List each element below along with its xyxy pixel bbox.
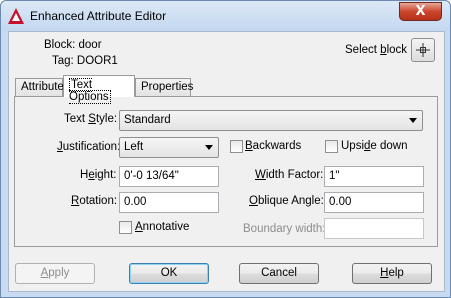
rotation-input[interactable]: 0.00 — [119, 192, 219, 213]
text-style-dropdown[interactable]: Standard — [119, 110, 423, 131]
oblique-angle-label: Oblique Angle: — [249, 195, 324, 207]
upside-down-label: Upside down — [341, 140, 408, 152]
width-factor-label: Width Factor: — [255, 169, 324, 181]
window-title: Enhanced Attribute Editor — [30, 9, 167, 23]
oblique-angle-input[interactable]: 0.00 — [324, 192, 424, 213]
chevron-down-icon — [409, 118, 417, 123]
annotative-label: Annotative — [135, 221, 190, 233]
close-button[interactable]: X — [399, 2, 442, 21]
apply-button[interactable]: Apply — [15, 263, 95, 284]
autocad-app-icon — [8, 8, 24, 24]
width-factor-input[interactable]: 1" — [324, 166, 424, 187]
cancel-button[interactable]: Cancel — [239, 263, 319, 284]
help-button[interactable]: Help — [352, 263, 432, 284]
justification-label: Justification: — [57, 141, 121, 153]
justification-dropdown[interactable]: Left — [119, 137, 219, 158]
backwards-label: Backwards — [245, 140, 302, 152]
backwards-checkbox[interactable] — [230, 140, 243, 153]
select-block-button[interactable] — [411, 38, 435, 62]
tab-properties[interactable]: Properties — [135, 78, 193, 96]
tag-name-label: Tag: DOOR1 — [52, 55, 118, 67]
ok-button[interactable]: OK — [129, 263, 209, 284]
title-bar[interactable]: Enhanced Attribute Editor X — [1, 1, 450, 31]
tab-attribute[interactable]: Attribute — [15, 78, 64, 96]
block-name-label: Block: door — [44, 39, 102, 51]
text-style-label: Text Style: — [64, 113, 118, 125]
annotative-checkbox[interactable] — [119, 221, 132, 234]
tab-text-options[interactable]: Text Options — [63, 75, 135, 104]
boundary-width-label: Boundary width: — [243, 223, 326, 235]
height-input[interactable]: 0'-0 13/64" — [119, 166, 219, 187]
rotation-label: Rotation: — [71, 195, 118, 207]
height-label: Height: — [80, 169, 117, 181]
crosshair-icon — [416, 43, 430, 57]
chevron-down-icon — [205, 145, 213, 150]
select-block-label: Select block — [345, 44, 408, 56]
upside-down-checkbox[interactable] — [325, 140, 338, 153]
close-icon: X — [415, 4, 426, 19]
boundary-width-input[interactable] — [324, 218, 424, 239]
